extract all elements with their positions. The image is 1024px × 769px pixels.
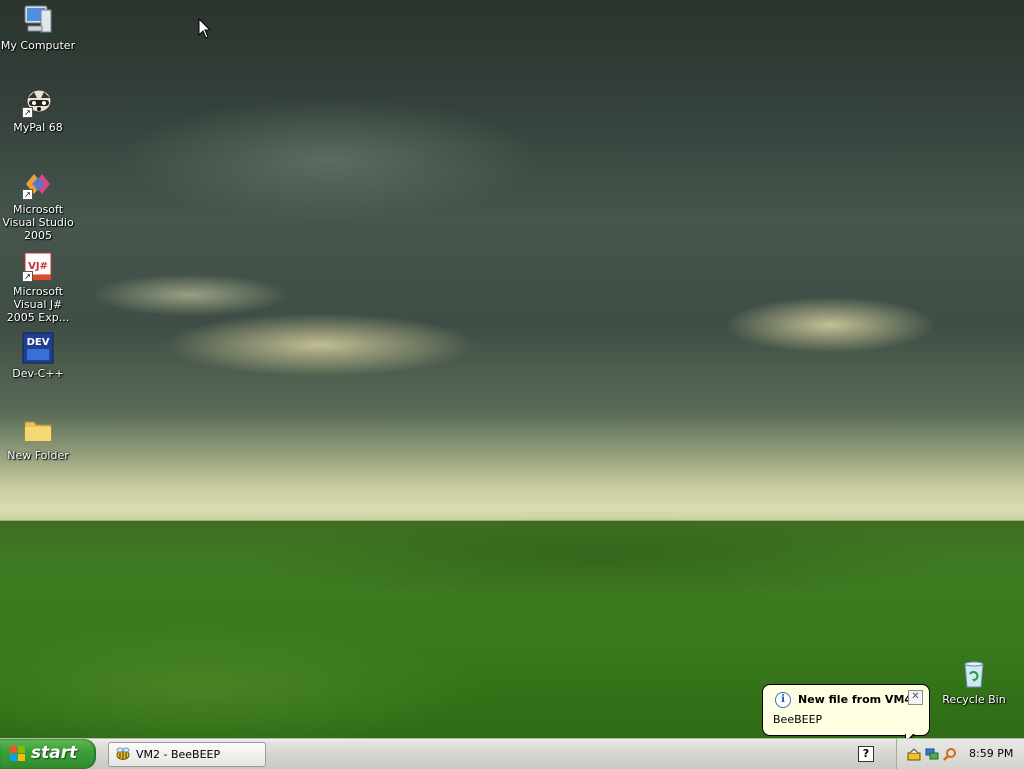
desktop-icon-label: New Folder bbox=[7, 449, 69, 462]
visual-studio-icon: ↗ bbox=[22, 168, 54, 200]
desktop-icon-label: Microsoft Visual J# 2005 Exp... bbox=[6, 285, 70, 324]
balloon-body: BeeBEEP bbox=[773, 713, 823, 726]
taskbar-window-label: VM2 - BeeBEEP bbox=[136, 748, 221, 761]
dev-cpp-icon: DEV bbox=[22, 332, 54, 364]
balloon-close-button[interactable]: ✕ bbox=[908, 690, 923, 705]
folder-icon bbox=[22, 414, 54, 446]
desktop-icon-recycle-bin[interactable]: Recycle Bin bbox=[936, 658, 1012, 706]
desktop-icon-my-computer[interactable]: My Computer bbox=[0, 4, 76, 52]
search-tray-icon[interactable] bbox=[943, 747, 957, 761]
shortcut-arrow-icon: ↗ bbox=[22, 271, 33, 282]
system-tray: 8:59 PM bbox=[896, 739, 1024, 769]
visual-jsharp-icon: VJ# ↗ bbox=[22, 250, 54, 282]
desktop-background: My Computer ↗ MyPal 68 ↗ Microsoft Visua bbox=[0, 0, 1024, 738]
my-computer-icon bbox=[22, 4, 54, 36]
taskbar: start VM2 - BeeBEEP ? 8:59 PM bbox=[0, 738, 1024, 769]
taskbar-window-button[interactable]: VM2 - BeeBEEP bbox=[108, 742, 266, 767]
beebeep-tray-icon[interactable] bbox=[907, 747, 921, 761]
desktop-icon-dev-cpp[interactable]: DEV Dev-C++ bbox=[0, 332, 76, 380]
beebeep-icon bbox=[116, 747, 130, 760]
help-icon[interactable]: ? bbox=[858, 746, 874, 762]
clock[interactable]: 8:59 PM bbox=[969, 747, 1013, 760]
dev-glyph-text: DEV bbox=[27, 337, 50, 348]
recycle-bin-icon bbox=[958, 658, 990, 690]
windows-logo-icon bbox=[10, 746, 25, 761]
desktop-icon-mypal[interactable]: ↗ MyPal 68 bbox=[0, 86, 76, 134]
desktop-icon-label: Recycle Bin bbox=[942, 693, 1006, 706]
start-label: start bbox=[31, 743, 78, 763]
balloon-title: New file from VM4 bbox=[798, 693, 913, 706]
desktop-icon-visual-jsharp[interactable]: VJ# ↗ Microsoft Visual J# 2005 Exp... bbox=[0, 250, 76, 324]
desktop-icon-new-folder[interactable]: New Folder bbox=[0, 414, 76, 462]
shortcut-arrow-icon: ↗ bbox=[22, 189, 33, 200]
network-tray-icon[interactable] bbox=[925, 747, 939, 761]
notification-balloon[interactable]: i New file from VM4 BeeBEEP ✕ bbox=[762, 684, 930, 738]
desktop-icon-label: Dev-C++ bbox=[12, 367, 64, 380]
desktop-icon-visual-studio[interactable]: ↗ Microsoft Visual Studio 2005 bbox=[0, 168, 76, 242]
info-icon: i bbox=[775, 692, 791, 708]
desktop-icon-label: MyPal 68 bbox=[13, 121, 63, 134]
mypal-icon: ↗ bbox=[22, 86, 54, 118]
mouse-cursor-icon bbox=[198, 18, 212, 39]
shortcut-arrow-icon: ↗ bbox=[22, 107, 33, 118]
start-button[interactable]: start bbox=[0, 739, 96, 769]
desktop-icon-label: Microsoft Visual Studio 2005 bbox=[2, 203, 74, 242]
desktop-icon-label: My Computer bbox=[0, 39, 76, 52]
